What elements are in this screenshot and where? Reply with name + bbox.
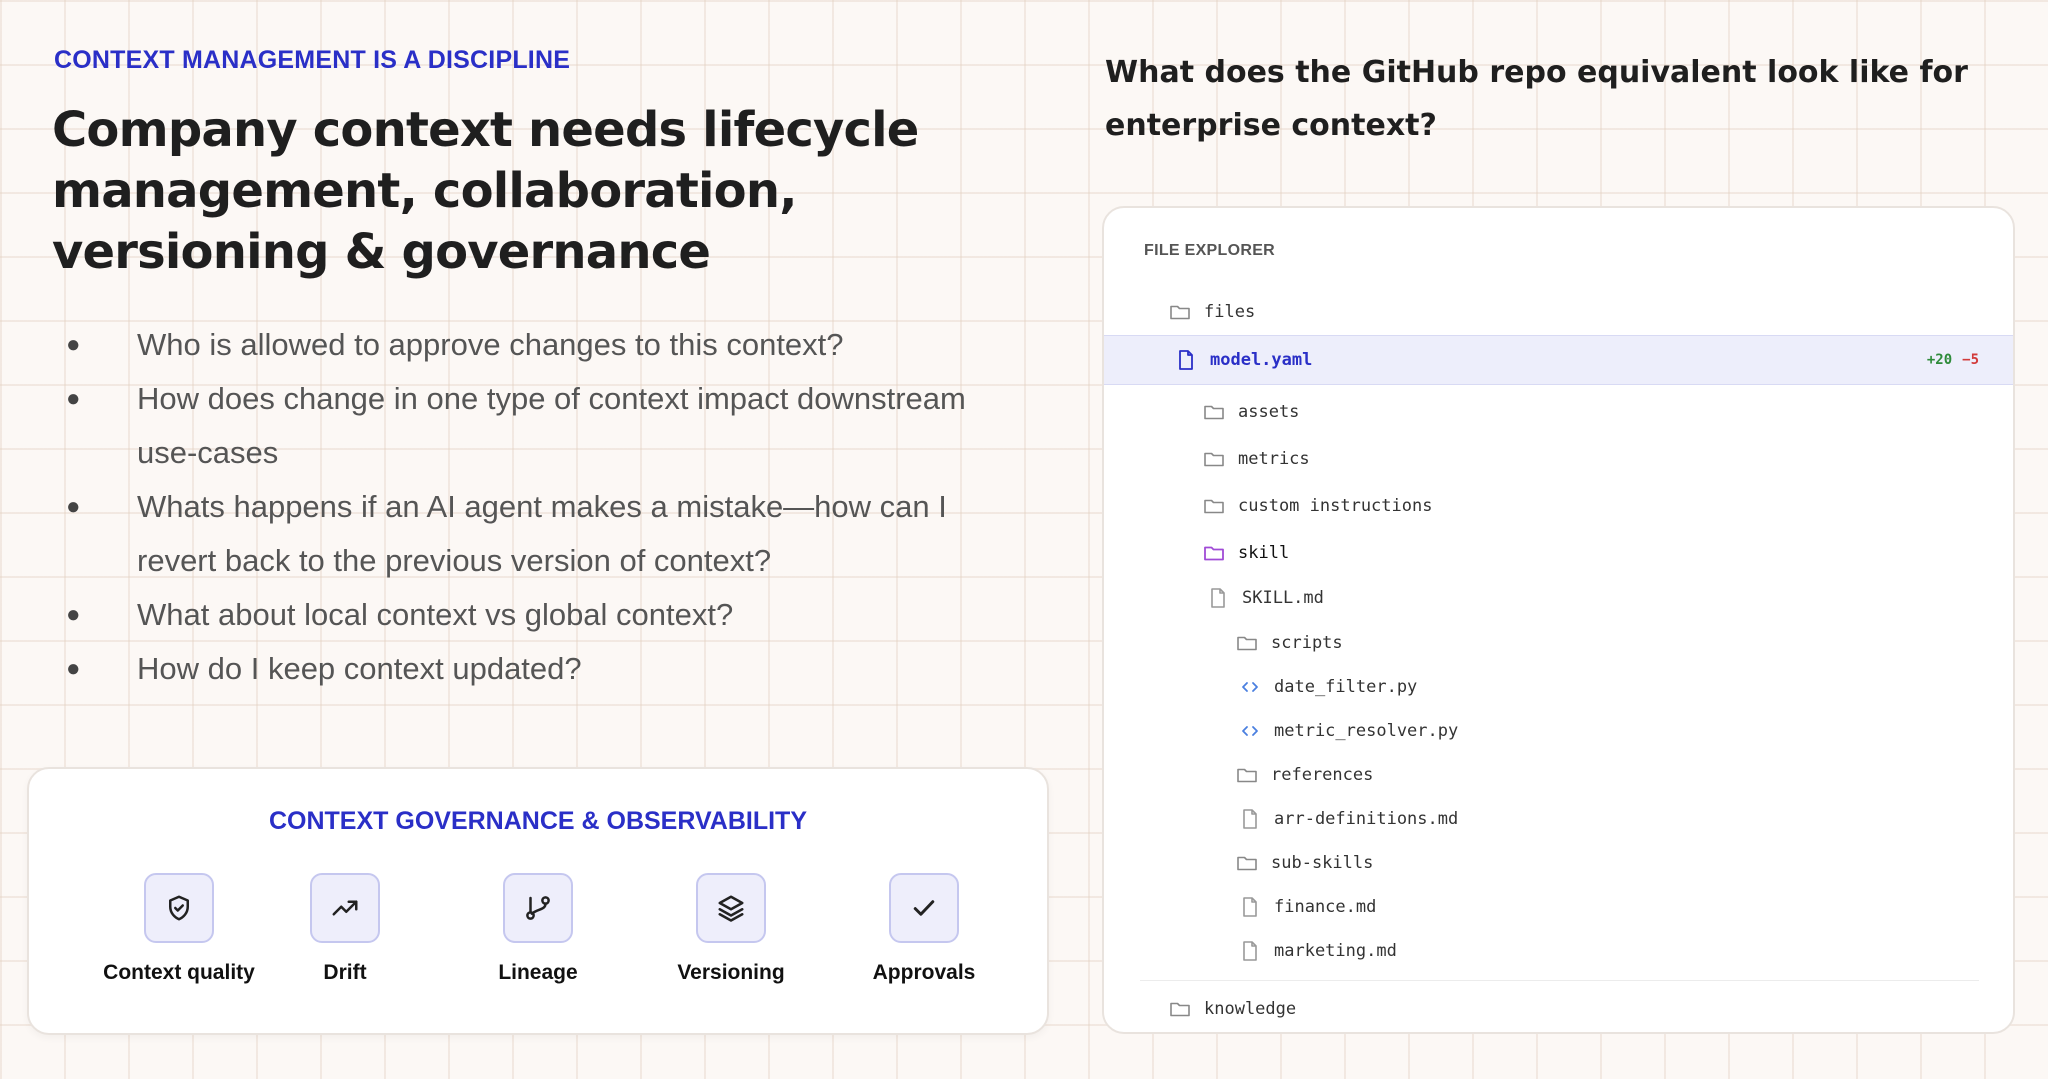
file-icon xyxy=(1211,588,1225,608)
folder-icon xyxy=(1237,636,1257,651)
folder-icon xyxy=(1204,546,1224,561)
page-title: Company context needs lifecycle manageme… xyxy=(52,102,919,280)
section-question: What does the GitHub repo equivalent loo… xyxy=(1105,55,1968,143)
file-icon xyxy=(1243,897,1257,917)
file-explorer: FILE EXPLORER files model.yaml +20 −5 ass… xyxy=(1102,206,2015,1034)
governance-item-approvals[interactable]: Approvals xyxy=(824,873,1024,985)
file-icon xyxy=(1243,809,1257,829)
governance-item-versioning[interactable]: Versioning xyxy=(631,873,831,985)
list-item: ● How do I keep context updated? xyxy=(64,642,1024,696)
governance-item-label: Approvals xyxy=(872,961,976,984)
file-row-assets[interactable]: assets xyxy=(1104,390,2013,434)
file-row-metric-resolver[interactable]: metric_resolver.py xyxy=(1104,709,2013,753)
file-row-skill-md[interactable]: SKILL.md xyxy=(1104,576,2013,620)
folder-icon xyxy=(1204,452,1224,467)
diff-stats: +20 −5 xyxy=(1926,352,1979,368)
folder-icon xyxy=(1170,305,1190,320)
divider xyxy=(1140,980,1979,981)
layers-icon xyxy=(696,873,766,943)
trending-up-icon xyxy=(310,873,380,943)
bullet-icon: ● xyxy=(66,385,81,412)
governance-item-label: Versioning xyxy=(677,961,785,984)
file-row-sub-skills[interactable]: sub-skills xyxy=(1104,841,2013,885)
file-row-knowledge[interactable]: knowledge xyxy=(1104,987,2013,1031)
file-row-custom-instructions[interactable]: custom instructions xyxy=(1104,484,2013,528)
file-row-references[interactable]: references xyxy=(1104,753,2013,797)
file-row-model-yaml[interactable]: model.yaml +20 −5 xyxy=(1104,335,2013,385)
file-icon xyxy=(1243,941,1257,961)
file-row-arr-definitions[interactable]: arr-definitions.md xyxy=(1104,797,2013,841)
file-row-files[interactable]: files xyxy=(1104,290,2013,334)
list-item: ● Who is allowed to approve changes to th… xyxy=(64,318,1024,372)
folder-icon xyxy=(1204,499,1224,514)
list-item: ● What about local context vs global cont… xyxy=(64,588,1024,642)
code-icon xyxy=(1242,682,1258,692)
bullet-icon: ● xyxy=(66,601,81,628)
bullet-icon: ● xyxy=(66,493,81,520)
code-icon xyxy=(1242,726,1258,736)
check-icon xyxy=(889,873,959,943)
governance-item-label: Lineage xyxy=(498,961,578,984)
governance-item-lineage[interactable]: Lineage xyxy=(438,873,638,985)
list-item: ● Whats happens if an AI agent makes a mi… xyxy=(64,480,1024,588)
file-explorer-header: FILE EXPLORER xyxy=(1144,242,1276,259)
bullet-icon: ● xyxy=(66,331,81,358)
file-icon xyxy=(1179,350,1193,370)
folder-icon xyxy=(1237,856,1257,871)
question-list: ● Who is allowed to approve changes to th… xyxy=(64,318,1024,696)
governance-item-drift[interactable]: Drift xyxy=(245,873,445,985)
file-row-finance[interactable]: finance.md xyxy=(1104,885,2013,929)
folder-icon xyxy=(1204,405,1224,420)
shield-check-icon xyxy=(144,873,214,943)
governance-card: CONTEXT GOVERNANCE & OBSERVABILITY Conte… xyxy=(27,767,1049,1035)
file-row-skill[interactable]: skill xyxy=(1104,531,2013,575)
governance-title: CONTEXT GOVERNANCE & OBSERVABILITY xyxy=(268,807,807,835)
file-row-scripts[interactable]: scripts xyxy=(1104,621,2013,665)
git-branch-icon xyxy=(503,873,573,943)
folder-icon xyxy=(1237,768,1257,783)
eyebrow: CONTEXT MANAGEMENT IS A DISCIPLINE xyxy=(54,46,571,74)
file-row-metrics[interactable]: metrics xyxy=(1104,437,2013,481)
folder-icon xyxy=(1170,1002,1190,1017)
file-row-marketing[interactable]: marketing.md xyxy=(1104,929,2013,973)
file-row-date-filter[interactable]: date_filter.py xyxy=(1104,665,2013,709)
governance-item-label: Drift xyxy=(323,961,367,984)
list-item: ● How does change in one type of context … xyxy=(64,372,1024,480)
bullet-icon: ● xyxy=(66,655,81,682)
